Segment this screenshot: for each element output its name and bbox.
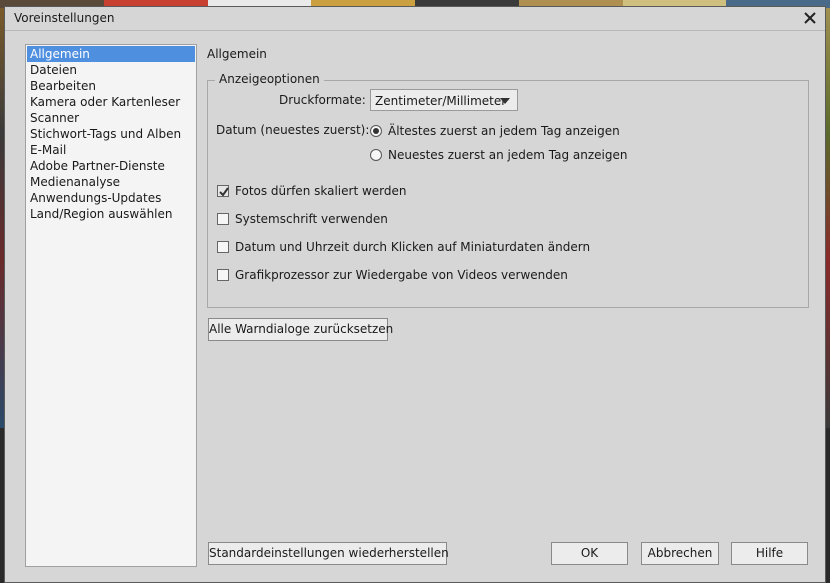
checkbox[interactable] bbox=[217, 269, 229, 281]
checkbox[interactable] bbox=[217, 213, 229, 225]
print-format-value: Zentimeter/Millimeter bbox=[375, 94, 507, 108]
checkbox-date-time-click-label: Datum und Uhrzeit durch Klicken auf Mini… bbox=[235, 240, 591, 254]
radio-oldest-first[interactable]: Ältestes zuerst an jedem Tag anzeigen bbox=[370, 123, 630, 139]
section-title: Allgemein bbox=[207, 47, 267, 61]
sidebar-item-updates[interactable]: Anwendungs-Updates bbox=[27, 190, 195, 206]
sidebar-item-allgemein[interactable]: Allgemein bbox=[27, 46, 195, 62]
sidebar-item-scanner[interactable]: Scanner bbox=[27, 110, 195, 126]
print-format-label: Druckformate: bbox=[279, 93, 366, 107]
restore-defaults-button[interactable]: Standardeinstellungen wiederherstellen bbox=[208, 542, 449, 565]
category-list[interactable]: Allgemein Dateien Bearbeiten Kamera oder… bbox=[25, 44, 197, 567]
radio-newest-first[interactable]: Neuestes zuerst an jedem Tag anzeigen bbox=[370, 147, 630, 163]
cancel-button[interactable]: Abbrechen bbox=[641, 542, 719, 565]
sidebar-item-bearbeiten[interactable]: Bearbeiten bbox=[27, 78, 195, 94]
radio-oldest-first-label: Ältestes zuerst an jedem Tag anzeigen bbox=[388, 124, 620, 138]
reset-warnings-button[interactable]: Alle Warndialoge zurücksetzen bbox=[208, 318, 393, 341]
checkbox-gpu-video-label: Grafikprozessor zur Wiedergabe von Video… bbox=[235, 268, 568, 282]
sidebar-item-email[interactable]: E-Mail bbox=[27, 142, 195, 158]
checkbox[interactable] bbox=[217, 241, 229, 253]
checkbox-system-font-label: Systemschrift verwenden bbox=[235, 212, 388, 226]
checkbox[interactable] bbox=[217, 185, 229, 197]
sidebar-item-land-region[interactable]: Land/Region auswählen bbox=[27, 206, 195, 222]
display-options-group: Anzeigeoptionen Druckformate: Zentimeter… bbox=[207, 72, 809, 308]
radio-button[interactable] bbox=[370, 125, 382, 137]
checkbox-gpu-video[interactable]: Grafikprozessor zur Wiedergabe von Video… bbox=[217, 267, 577, 283]
date-order-label: Datum (neuestes zuerst): bbox=[216, 123, 370, 137]
ok-button[interactable]: OK bbox=[551, 542, 628, 565]
close-icon[interactable] bbox=[801, 8, 819, 28]
checkmark-icon bbox=[219, 187, 229, 197]
checkbox-system-font[interactable]: Systemschrift verwenden bbox=[217, 211, 417, 227]
checkbox-scale-photos[interactable]: Fotos dürfen skaliert werden bbox=[217, 183, 417, 199]
radio-button[interactable] bbox=[370, 149, 382, 161]
sidebar-item-medienanalyse[interactable]: Medienanalyse bbox=[27, 174, 195, 190]
chevron-down-icon bbox=[500, 98, 510, 104]
checkbox-scale-photos-label: Fotos dürfen skaliert werden bbox=[235, 184, 407, 198]
preferences-dialog: Voreinstellungen Allgemein Dateien Bearb… bbox=[4, 6, 826, 583]
sidebar-item-dateien[interactable]: Dateien bbox=[27, 62, 195, 78]
checkbox-date-time-click[interactable]: Datum und Uhrzeit durch Klicken auf Mini… bbox=[217, 239, 590, 255]
help-button[interactable]: Hilfe bbox=[731, 542, 808, 565]
sidebar-item-kamera[interactable]: Kamera oder Kartenleser bbox=[27, 94, 195, 110]
title-bar: Voreinstellungen bbox=[5, 7, 825, 31]
print-format-dropdown[interactable]: Zentimeter/Millimeter bbox=[370, 89, 518, 111]
radio-newest-first-label: Neuestes zuerst an jedem Tag anzeigen bbox=[388, 148, 628, 162]
window-title: Voreinstellungen bbox=[14, 11, 115, 25]
group-legend: Anzeigeoptionen bbox=[215, 72, 324, 86]
sidebar-item-stichwort-tags[interactable]: Stichwort-Tags und Alben bbox=[27, 126, 195, 142]
sidebar-item-partner-dienste[interactable]: Adobe Partner-Dienste bbox=[27, 158, 195, 174]
